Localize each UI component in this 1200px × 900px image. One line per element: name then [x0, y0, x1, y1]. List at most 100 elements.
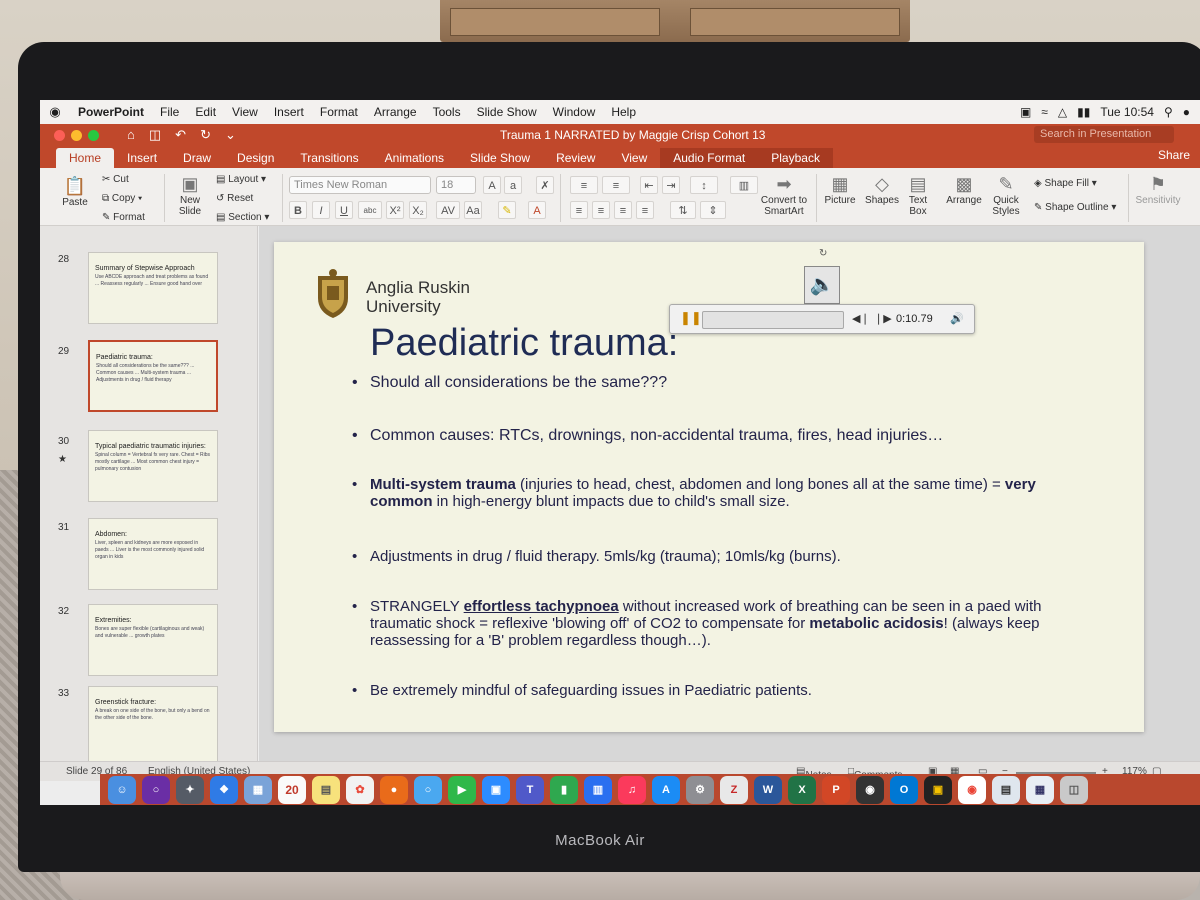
change-case-icon[interactable]: Aa — [464, 201, 482, 219]
convert-smartart-button[interactable]: ➡ Convert to SmartArt — [756, 174, 812, 217]
skip-forward-icon[interactable]: ❘▶ — [874, 312, 892, 325]
increase-indent-icon[interactable]: ⇥ — [662, 176, 680, 194]
bold-icon[interactable]: B — [289, 201, 307, 219]
subscript-icon[interactable]: X₂ — [409, 201, 427, 219]
align-center-icon[interactable]: ≡ — [592, 201, 610, 219]
search-input[interactable]: Search in Presentation — [1034, 126, 1174, 143]
messages-icon[interactable]: ○ — [414, 775, 442, 804]
tab-home[interactable]: Home — [56, 148, 115, 168]
menu-tools[interactable]: Tools — [425, 105, 469, 119]
current-slide[interactable]: Anglia Ruskin University Paediatric trau… — [274, 242, 1144, 732]
slide-thumbnail[interactable]: Abdomen: Liver, spleen and kidneys are m… — [88, 518, 218, 590]
photo-booth-icon[interactable]: ◉ — [856, 775, 884, 804]
menu-view[interactable]: View — [224, 105, 266, 119]
format-painter-button[interactable]: ✎ Format — [102, 212, 145, 223]
preview-icon[interactable]: ▣ — [924, 775, 952, 804]
shape-outline-button[interactable]: ✎ Shape Outline ▾ — [1034, 202, 1116, 213]
clear-formatting-icon[interactable]: ✗ — [536, 176, 554, 194]
shape-fill-button[interactable]: ◈ Shape Fill ▾ — [1034, 178, 1097, 189]
section-button[interactable]: ▤ Section ▾ — [216, 212, 269, 223]
wifi-icon[interactable]: ≈ — [1041, 105, 1048, 119]
battery-icon[interactable]: ▮▮ — [1077, 105, 1090, 119]
cut-button[interactable]: ✂ Cut — [102, 174, 129, 185]
facetime-icon[interactable]: ▶ — [448, 775, 476, 804]
tab-transitions[interactable]: Transitions — [287, 148, 371, 168]
zoom-button[interactable] — [88, 129, 99, 141]
picture-button[interactable]: ▦ Picture — [822, 174, 858, 206]
apple-icon[interactable]: ◉ — [40, 104, 70, 120]
zoom-app-icon[interactable]: ▣ — [482, 775, 510, 804]
minimize-button[interactable] — [71, 129, 82, 141]
safari-icon[interactable]: ❖ — [210, 775, 238, 804]
keynote-icon[interactable]: ▥ — [584, 775, 612, 804]
menu-edit[interactable]: Edit — [187, 105, 224, 119]
user-avatar-icon[interactable]: ● — [1183, 105, 1190, 119]
decrease-font-icon[interactable]: a — [504, 176, 522, 194]
rotate-handle-icon[interactable]: ↻ — [819, 248, 827, 259]
menu-file[interactable]: File — [152, 105, 187, 119]
menu-arrange[interactable]: Arrange — [366, 105, 425, 119]
document-stack-icon[interactable]: ▤ — [992, 775, 1020, 804]
menu-window[interactable]: Window — [545, 105, 604, 119]
font-color-icon[interactable]: A — [528, 201, 546, 219]
calendar-icon[interactable]: 20 — [278, 775, 306, 804]
underline-icon[interactable]: U — [335, 201, 353, 219]
superscript-icon[interactable]: X² — [386, 201, 404, 219]
numbers-icon[interactable]: ▮ — [550, 775, 578, 804]
photos-flower-icon[interactable]: ✿ — [346, 775, 374, 804]
menu-slide-show[interactable]: Slide Show — [469, 105, 545, 119]
align-right-icon[interactable]: ≡ — [614, 201, 632, 219]
reset-button[interactable]: ↺ Reset — [216, 193, 253, 204]
share-button[interactable]: Share — [1158, 148, 1190, 162]
text-box-button[interactable]: ▤ Text Box — [904, 174, 932, 217]
shapes-button[interactable]: ◇ Shapes — [864, 174, 900, 206]
bullet-4[interactable]: Adjustments in drug / fluid therapy. 5ml… — [352, 548, 1090, 565]
menu-app-name[interactable]: PowerPoint — [70, 105, 152, 119]
bullets-icon[interactable]: ≡ — [570, 176, 598, 194]
tab-insert[interactable]: Insert — [114, 148, 170, 168]
increase-font-icon[interactable]: A — [483, 176, 501, 194]
customize-toolbar-icon[interactable]: ⌄ — [225, 127, 236, 143]
arrange-button[interactable]: ▩ Arrange — [944, 174, 984, 206]
undo-icon[interactable]: ↶ — [175, 127, 186, 143]
slide-thumbnail-selected[interactable]: Paediatric trauma: Should all considerat… — [88, 340, 218, 412]
bullet-5[interactable]: STRANGELY effortless tachypnoea without … — [352, 598, 1090, 649]
photos-icon[interactable]: ▦ — [244, 775, 272, 804]
preview-stack-icon[interactable]: ▦ — [1026, 775, 1054, 804]
trash-icon[interactable]: ◫ — [1060, 775, 1088, 804]
audio-speaker-icon[interactable]: 🔈 — [804, 266, 840, 304]
tab-slide-show[interactable]: Slide Show — [457, 148, 543, 168]
new-slide-button[interactable]: ▣ New Slide — [170, 174, 210, 217]
notes-icon[interactable]: ▤ — [312, 775, 340, 804]
menu-insert[interactable]: Insert — [266, 105, 312, 119]
zotero-icon[interactable]: Z — [720, 775, 748, 804]
tab-view[interactable]: View — [608, 148, 660, 168]
camera-icon[interactable]: ▣ — [1020, 105, 1031, 119]
word-icon[interactable]: W — [754, 775, 782, 804]
skip-back-icon[interactable]: ◀❘ — [852, 312, 870, 325]
app-store-icon[interactable]: A — [652, 775, 680, 804]
close-button[interactable] — [54, 129, 65, 141]
bullet-3[interactable]: Multi-system trauma (injuries to head, c… — [352, 476, 1090, 510]
firefox-icon[interactable]: ● — [380, 775, 408, 804]
home-icon[interactable]: ⌂ — [127, 127, 135, 143]
align-left-icon[interactable]: ≡ — [570, 201, 588, 219]
chrome-icon[interactable]: ◉ — [958, 775, 986, 804]
italic-icon[interactable]: I — [312, 201, 330, 219]
layout-button[interactable]: ▤ Layout ▾ — [216, 174, 266, 185]
volume-icon[interactable]: 🔊 — [950, 312, 964, 325]
outlook-icon[interactable]: O — [890, 775, 918, 804]
menu-format[interactable]: Format — [312, 105, 366, 119]
bullet-1[interactable]: Should all considerations be the same??? — [352, 374, 1090, 391]
airplay-icon[interactable]: △ — [1058, 105, 1067, 119]
tab-review[interactable]: Review — [543, 148, 608, 168]
system-preferences-icon[interactable]: ⚙ — [686, 775, 714, 804]
menu-help[interactable]: Help — [603, 105, 644, 119]
excel-icon[interactable]: X — [788, 775, 816, 804]
align-text-icon[interactable]: ⇕ — [700, 201, 726, 219]
slide-thumbnail[interactable]: Extremities: Bones are super flexible (c… — [88, 604, 218, 676]
tab-draw[interactable]: Draw — [170, 148, 224, 168]
font-family-select[interactable]: Times New Roman — [289, 176, 431, 194]
slide-title[interactable]: Paediatric trauma: — [370, 322, 678, 365]
numbering-icon[interactable]: ≡ — [602, 176, 630, 194]
